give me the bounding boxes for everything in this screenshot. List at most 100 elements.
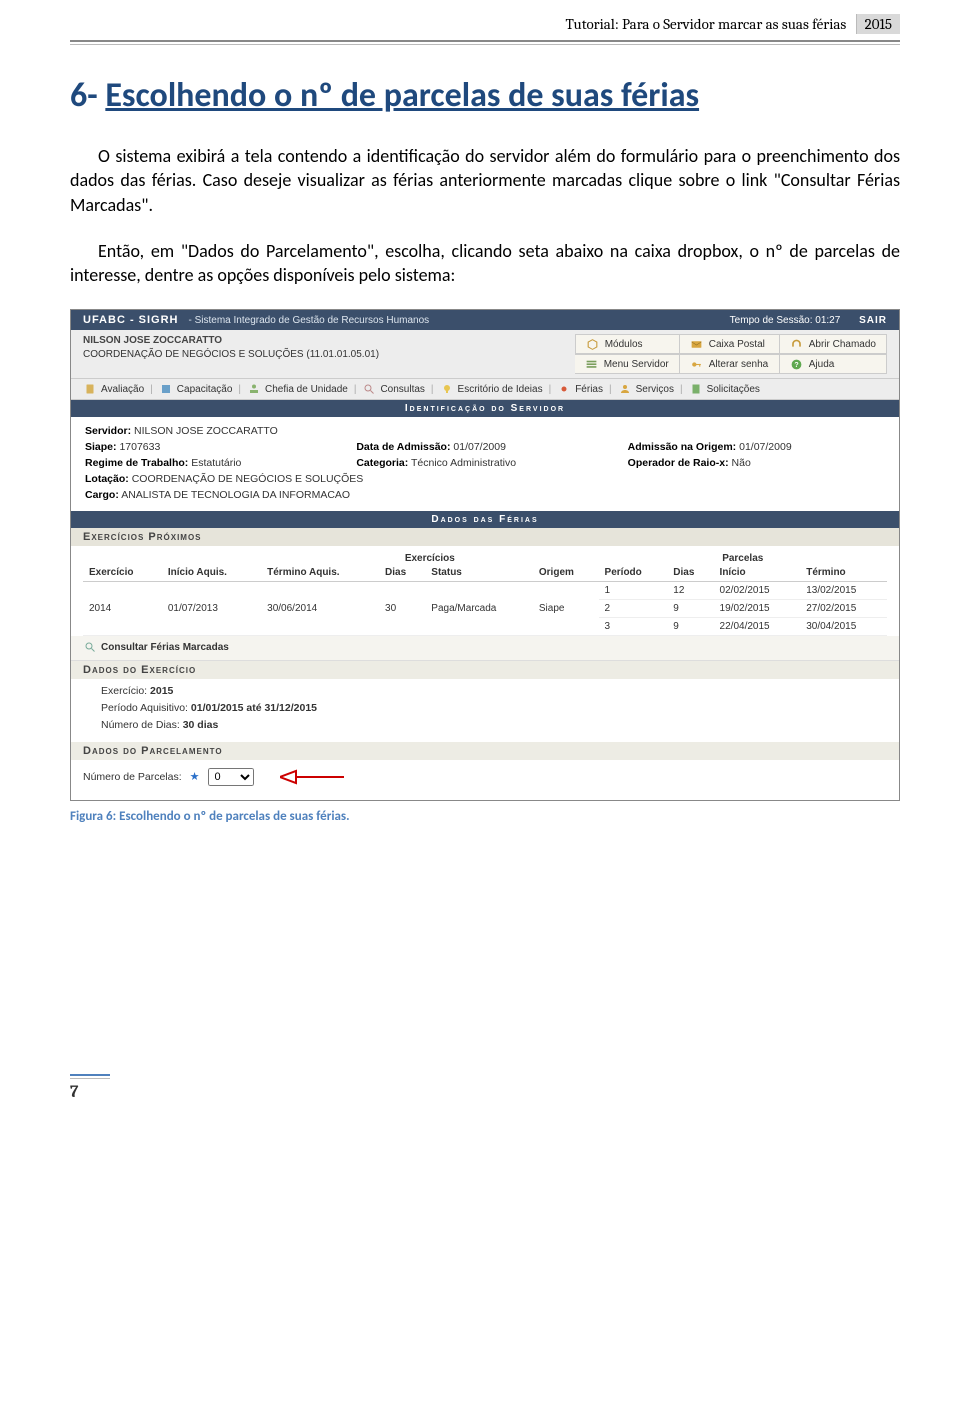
main-nav: Avaliação | Capacitação | Chefia de Unid… (71, 379, 899, 400)
book-icon (159, 382, 173, 396)
headset-icon (790, 337, 804, 351)
person-icon (618, 382, 632, 396)
mail-icon (690, 337, 704, 351)
page-number: 7 (70, 1078, 110, 1102)
figure-caption: Figura 6: Escolhendo o nº de parcelas de… (70, 809, 900, 824)
categoria-value: Técnico Administrativo (411, 457, 516, 469)
subband-dados-exercicio: Dados do Exercício (71, 661, 899, 679)
nav-avaliacao[interactable]: Avaliação (83, 382, 144, 396)
cell-inicio: 22/04/2015 (714, 618, 801, 636)
toplink-label: Menu Servidor (604, 359, 669, 370)
categoria-label: Categoria: (356, 457, 408, 469)
adm-label: Data de Admissão: (356, 441, 450, 453)
consultar-ferias-link[interactable]: Consultar Férias Marcadas (83, 640, 229, 654)
cell-status: Paga/Marcada (425, 582, 533, 636)
cell-exercicio: 2014 (83, 582, 162, 636)
ferias-table: Exercícios Parcelas Exercício Início Aqu… (83, 550, 887, 636)
cell-termino: 27/02/2015 (800, 600, 887, 618)
cell-dias-parcela: 12 (667, 582, 713, 600)
cell-inicio: 02/02/2015 (714, 582, 801, 600)
cell-periodo: 1 (599, 582, 668, 600)
exercicio-panel: Exercício: 2015 Período Aquisitivo: 01/0… (71, 679, 899, 741)
nav-capacitacao[interactable]: Capacitação (159, 382, 233, 396)
nav-escritorio-ideias[interactable]: Escritório de Ideias (440, 382, 543, 396)
nav-label: Capacitação (177, 384, 233, 395)
user-bar: NILSON JOSE ZOCCARATTO COORDENAÇÃO DE NE… (71, 330, 899, 379)
toplink-alterar-senha[interactable]: Alterar senha (680, 354, 780, 374)
toplink-modulos[interactable]: Módulos (575, 334, 680, 354)
toplink-label: Abrir Chamado (809, 339, 876, 350)
col-inicio: Início (714, 564, 801, 582)
col-dias2: Dias (667, 564, 713, 582)
cell-termino: 13/02/2015 (800, 582, 887, 600)
system-topbar: UFABC - SIGRH - Sistema Integrado de Ges… (71, 310, 899, 330)
col-dias: Dias (379, 564, 425, 582)
periodo-aq-label: Período Aquisitivo: (101, 702, 188, 714)
clipboard-icon (83, 382, 97, 396)
cell-dias: 30 (379, 582, 425, 636)
nav-label: Escritório de Ideias (458, 384, 543, 395)
col-inicio-aquis: Início Aquis. (162, 564, 261, 582)
bulb-icon (440, 382, 454, 396)
exerc-value: 2015 (150, 685, 173, 697)
system-subtitle: - Sistema Integrado de Gestão de Recurso… (189, 315, 430, 326)
cell-periodo: 2 (599, 600, 668, 618)
raiox-value: Não (732, 457, 751, 469)
magnifier-icon (83, 640, 97, 654)
user-unit: COORDENAÇÃO DE NEGÓCIOS E SOLUÇÕES (11.0… (83, 348, 575, 362)
search-icon (362, 382, 376, 396)
toplink-abrir-chamado[interactable]: Abrir Chamado (780, 334, 887, 354)
cell-inicio: 19/02/2015 (714, 600, 801, 618)
periodo-aq-value: 01/01/2015 até 31/12/2015 (191, 702, 317, 714)
section-title-text: Escolhendo o nº de parcelas de suas féri… (105, 75, 699, 116)
cell-periodo: 3 (599, 618, 668, 636)
adm-orig-label: Admissão na Origem: (628, 441, 737, 453)
paragraph-1: O sistema exibirá a tela contendo a iden… (70, 144, 900, 217)
org-icon (247, 382, 261, 396)
adm-value: 01/07/2009 (453, 441, 506, 453)
cube-icon (586, 337, 600, 351)
nav-consultas[interactable]: Consultas (362, 382, 424, 396)
col-exercicio: Exercício (83, 564, 162, 582)
nav-label: Solicitações (707, 384, 760, 395)
num-parcelas-select[interactable]: 0 (208, 768, 254, 786)
consult-ferias-row: Consultar Férias Marcadas (71, 636, 899, 661)
toplink-ajuda[interactable]: ? Ajuda (780, 354, 887, 374)
header-rule-thick (70, 40, 900, 42)
nav-solicitacoes[interactable]: Solicitações (689, 382, 760, 396)
lotacao-value: COORDENAÇÃO DE NEGÓCIOS E SOLUÇÕES (132, 473, 364, 485)
nav-servicos[interactable]: Serviços (618, 382, 674, 396)
toplink-label: Alterar senha (709, 359, 768, 370)
adm-orig-value: 01/07/2009 (739, 441, 792, 453)
sun-icon (557, 382, 571, 396)
help-icon: ? (790, 357, 804, 371)
nav-chefia[interactable]: Chefia de Unidade (247, 382, 348, 396)
lotacao-label: Lotação: (85, 473, 129, 485)
cell-termino-aquis: 30/06/2014 (261, 582, 379, 636)
num-dias-label: Número de Dias: (101, 719, 180, 731)
doc-header-year: 2015 (856, 14, 900, 34)
brand-label: UFABC - SIGRH (83, 314, 179, 326)
logout-button[interactable]: SAIR (859, 315, 887, 326)
cargo-value: ANALISTA DE TECNOLOGIA DA INFORMACAO (121, 489, 350, 501)
nav-ferias[interactable]: Férias (557, 382, 603, 396)
group-parcelas: Parcelas (599, 550, 887, 564)
cell-inicio-aquis: 01/07/2013 (162, 582, 261, 636)
cargo-label: Cargo: (85, 489, 119, 501)
nav-label: Férias (575, 384, 603, 395)
raiox-label: Operador de Raio-x: (628, 457, 729, 469)
num-parcelas-label: Número de Parcelas: (83, 771, 182, 783)
servidor-label: Servidor: (85, 425, 131, 437)
col-status: Status (425, 564, 533, 582)
section-number: 6- (70, 75, 98, 116)
toplink-caixa-postal[interactable]: Caixa Postal (680, 334, 780, 354)
cell-origem: Siape (533, 582, 599, 636)
screenshot-panel: UFABC - SIGRH - Sistema Integrado de Ges… (70, 309, 900, 800)
cell-dias-parcela: 9 (667, 600, 713, 618)
paragraph-2: Então, em "Dados do Parcelamento", escol… (70, 239, 900, 288)
servidor-value: NILSON JOSE ZOCCARATTO (134, 425, 278, 437)
nav-label: Consultas (380, 384, 424, 395)
toplink-label: Caixa Postal (709, 339, 765, 350)
toplink-menu-servidor[interactable]: Menu Servidor (575, 354, 680, 374)
identificacao-panel: Servidor: NILSON JOSE ZOCCARATTO Siape: … (71, 417, 899, 511)
